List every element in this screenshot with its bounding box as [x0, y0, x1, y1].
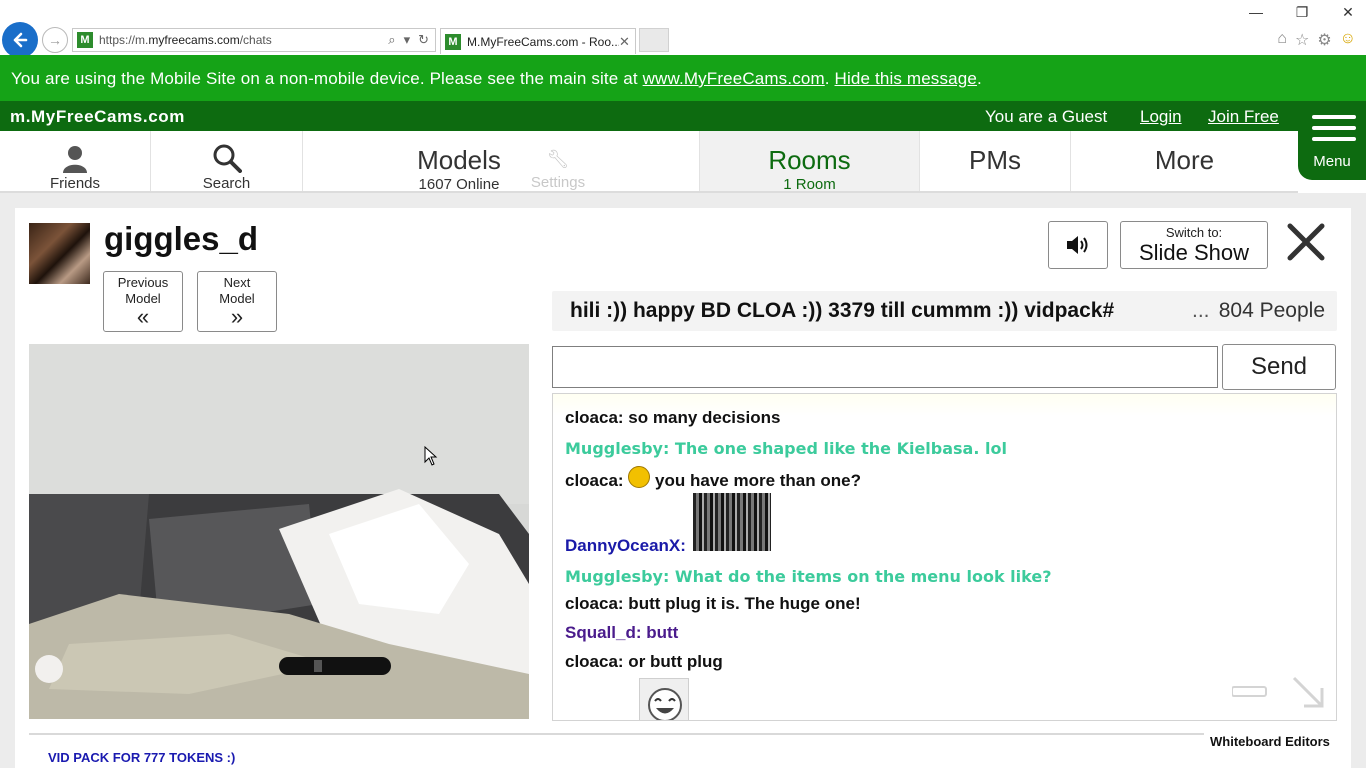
resize-arrow-icon[interactable] — [1232, 676, 1328, 712]
chat-message: cloaca: so many decisions — [565, 408, 781, 427]
chat-message: cloaca: butt plug it is. The huge one! — [565, 594, 861, 613]
nav-settings[interactable]: 🔧︎ Settings — [528, 149, 588, 191]
tab-title: M.MyFreeCams.com - Roo... — [467, 34, 619, 49]
next-model-button[interactable]: Next Model » — [197, 271, 277, 332]
home-icon[interactable]: ⌂ — [1277, 30, 1287, 50]
chat-message: cloaca: or butt plug — [565, 652, 723, 671]
main-nav: Friends Search Models 1607 Online 🔧︎ Set… — [0, 131, 1298, 193]
divider — [29, 733, 1204, 735]
nav-models[interactable]: Models 1607 Online — [303, 131, 700, 193]
hide-message-link[interactable]: Hide this message — [835, 69, 977, 88]
main-site-link[interactable]: www.MyFreeCams.com — [643, 69, 825, 88]
url-text[interactable]: https://m.myfreecams.com/chats — [99, 33, 388, 47]
chat-message: Mugglesby: The one shaped like the Kielb… — [565, 439, 1007, 458]
room-description: VID PACK FOR 777 TOKENS :) — [48, 750, 236, 765]
video-frame — [29, 344, 529, 719]
close-window-icon[interactable]: ✕ — [1340, 4, 1356, 21]
nav-friends[interactable]: Friends — [0, 131, 151, 192]
tab-favicon-icon: M — [445, 33, 461, 50]
person-icon — [63, 146, 87, 173]
dropdown-icon[interactable]: ▾ — [404, 32, 411, 48]
address-bar[interactable]: M https://m.myfreecams.com/chats ⌕ ▾ ↻ — [72, 28, 436, 52]
close-room-icon[interactable] — [1284, 220, 1328, 264]
site-logo[interactable]: m.MyFreeCams.com — [10, 107, 185, 127]
restore-icon[interactable]: ❐ — [1294, 4, 1310, 21]
mouse-cursor-icon — [424, 446, 438, 466]
send-button[interactable]: Send — [1222, 344, 1336, 390]
chat-message: cloaca: you have more than one? — [565, 466, 861, 491]
forward-arrow-icon[interactable]: → — [42, 27, 68, 53]
settings-gear-icon[interactable]: ⚙ — [1317, 30, 1331, 50]
minimize-icon[interactable]: — — [1248, 4, 1264, 21]
sound-toggle-button[interactable] — [1048, 221, 1108, 269]
nav-pms[interactable]: PMs — [920, 131, 1071, 191]
site-favicon-icon: M — [77, 32, 93, 48]
switch-view-button[interactable]: Switch to: Slide Show — [1120, 221, 1268, 269]
search-icon[interactable]: ⌕ — [388, 32, 395, 48]
search-icon — [213, 144, 242, 173]
menu-button[interactable]: Menu — [1298, 101, 1366, 180]
login-link[interactable]: Login — [1140, 107, 1182, 127]
laughing-emoji-icon — [628, 466, 651, 488]
nav-more[interactable]: More — [1071, 131, 1298, 191]
nav-rooms[interactable]: Rooms 1 Room — [700, 131, 920, 193]
feedback-smiley-icon[interactable]: ☺ — [1340, 30, 1356, 50]
favorites-star-icon[interactable]: ☆ — [1295, 30, 1309, 50]
topic-text: hili :)) happy BD CLOA :)) 3379 till cum… — [570, 299, 1115, 322]
previous-model-button[interactable]: Previous Model « — [103, 271, 183, 332]
site-header: m.MyFreeCams.com You are a Guest Login J… — [0, 101, 1366, 131]
tab-close-icon[interactable]: ✕ — [619, 34, 635, 50]
refresh-icon[interactable]: ↻ — [418, 32, 429, 48]
double-chevron-right-icon: » — [230, 304, 244, 329]
chat-image-face[interactable] — [639, 678, 689, 720]
video-stream[interactable] — [29, 344, 529, 719]
double-chevron-left-icon: « — [136, 304, 150, 329]
menu-label: Menu — [1313, 153, 1351, 170]
browser-tab[interactable]: M M.MyFreeCams.com - Roo... ✕ — [440, 28, 636, 54]
chat-input[interactable] — [552, 346, 1218, 388]
model-avatar[interactable] — [29, 223, 90, 284]
new-tab-button[interactable] — [639, 28, 669, 52]
speaker-icon — [1067, 236, 1088, 254]
chat-image-crowd[interactable] — [693, 493, 771, 551]
mobile-site-notice: You are using the Mobile Site on a non-m… — [0, 55, 1366, 101]
browser-chrome: → M https://m.myfreecams.com/chats ⌕ ▾ ↻… — [0, 0, 1366, 58]
join-free-link[interactable]: Join Free — [1208, 107, 1279, 127]
whiteboard-editors-label: Whiteboard Editors — [1210, 734, 1330, 749]
chat-message: Squall_d: butt — [565, 623, 679, 642]
chat-message-username[interactable]: DannyOceanX: — [565, 536, 686, 556]
chat-log[interactable]: cloaca: so many decisions Mugglesby: The… — [552, 393, 1337, 721]
chat-message: Mugglesby: What do the items on the menu… — [565, 567, 1052, 586]
back-arrow-icon[interactable] — [2, 22, 38, 58]
people-count: 804 People — [1218, 299, 1325, 322]
hamburger-icon — [1312, 115, 1356, 148]
room-topic: hili :)) happy BD CLOA :)) 3379 till cum… — [552, 291, 1337, 331]
nav-search[interactable]: Search — [151, 131, 303, 192]
model-name: giggles_d — [104, 220, 259, 257]
guest-status: You are a Guest — [985, 107, 1108, 126]
wrench-icon: 🔧︎ — [546, 149, 570, 169]
